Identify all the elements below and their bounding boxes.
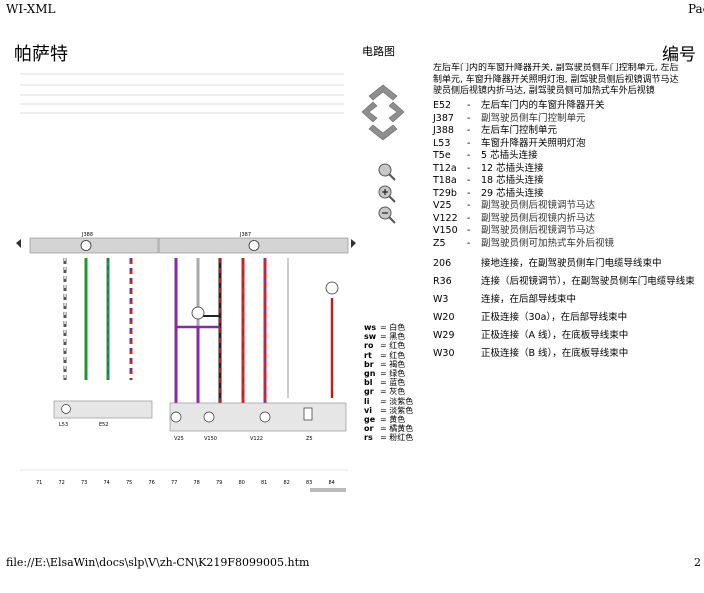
track-number: 77	[171, 480, 177, 486]
legend-code: R36	[433, 276, 452, 287]
component-label: Z5	[306, 436, 313, 442]
zoom-fit-icon[interactable]	[378, 163, 396, 181]
legend-row: R36 连接（后视镜调节），在副驾驶员侧车门电缆导线束	[433, 273, 695, 287]
track-number: 80	[239, 480, 245, 486]
legend-code: W29	[433, 330, 455, 341]
track-number: 72	[59, 480, 65, 486]
unit-label-J388: J388	[81, 232, 93, 238]
track-number: 84	[329, 480, 335, 486]
zoom-out-icon[interactable]	[378, 206, 396, 224]
legend-text: 副驾驶员侧可加热式车外后视镜	[481, 237, 615, 249]
wiring-diagram: J388 J387 L53 E52 V25 V150 V122 Z5 71 72…	[16, 73, 356, 492]
color-code-name: 粉红色	[389, 433, 414, 443]
description: 左后车门内的车窗升降器开关, 副驾驶员侧车门控制单元, 左后 制单元, 车窗升降…	[433, 63, 704, 98]
track-number: 83	[306, 480, 312, 486]
component-label: V122	[250, 436, 263, 442]
nav-down-icon[interactable]	[368, 124, 398, 141]
track-number: 74	[104, 480, 110, 486]
color-code-row: rs = 粉红色	[364, 433, 414, 443]
legend-row: W30 正极连接（B 线），在底板导线束中	[433, 345, 628, 359]
component-label: E52	[99, 422, 109, 428]
legend-row: W3 连接，在后部导线束中	[433, 291, 576, 305]
navigation-panel	[361, 84, 405, 224]
lamp-icon	[61, 404, 71, 414]
motor-icon	[170, 411, 182, 423]
track-numbers: 71 72 73 74 75 76 77 78 79 80 81 82 83 84	[36, 480, 335, 486]
legend-row: 206 接地连接，在副驾驶员侧车门电缆导线束中	[433, 255, 662, 269]
track-number: 82	[284, 480, 290, 486]
legend-text: 接地连接，在副驾驶员侧车门电缆导线束中	[481, 258, 662, 269]
legend-text: 正极连接（30a），在后部导线束中	[481, 312, 628, 323]
track-number: 81	[261, 480, 267, 486]
unit-label-J387: J387	[239, 232, 251, 238]
power-bus-lines	[20, 73, 344, 114]
component-label: V150	[204, 436, 217, 442]
motor-icon	[203, 411, 215, 423]
description-line: 左后车门内的车窗升降器开关, 副驾驶员侧车门控制单元, 左后	[433, 63, 679, 73]
left-arrow-icon	[16, 239, 21, 248]
header-title: WI-XML	[6, 2, 56, 16]
color-code-abbr: rs	[364, 433, 373, 443]
brand-title: 帕萨特	[14, 44, 68, 65]
footer-path: file://E:\ElsaWin\docs\slp\V\zh-CN\K219F…	[6, 556, 310, 569]
legend-text: 连接（后视镜调节），在副驾驶员侧车门电缆导线束	[481, 276, 695, 287]
legend-code: W30	[433, 348, 455, 359]
description-line: 驶员侧后视镜内折马达, 副驾驶员侧可加热式车外后视镜	[433, 86, 655, 96]
right-arrow-icon	[351, 239, 356, 248]
track-number: 75	[126, 480, 132, 486]
motor-icon	[259, 411, 271, 423]
legend-text: 正极连接（A 线），在底板导线束中	[481, 330, 629, 341]
component-box-mirror	[169, 402, 347, 432]
track-number: 79	[216, 480, 222, 486]
legend-row: W20 正极连接（30a），在后部导线束中	[433, 309, 627, 323]
track-number: 76	[149, 480, 155, 486]
wires-left-group	[63, 258, 133, 380]
legend-code: W3	[433, 294, 449, 305]
legend-code: W20	[433, 312, 455, 323]
connection-point-R36	[191, 306, 205, 320]
description-line: 制单元, 车窗升降器开关照明灯泡, 副驾驶员侧后视镜调节马达	[433, 74, 679, 85]
legend-code: 206	[433, 258, 452, 269]
legend-row: W29 正极连接（A 线），在底板导线束中	[433, 327, 628, 341]
track-number: 71	[36, 480, 42, 486]
component-label: L53	[59, 422, 68, 428]
track-number: 78	[194, 480, 200, 486]
legend-text: 正极连接（B 线），在底板导线束中	[481, 348, 629, 359]
nav-right-icon[interactable]	[388, 101, 405, 123]
doc-type: 电路图	[362, 45, 395, 58]
nav-left-icon[interactable]	[361, 101, 378, 123]
component-label: V25	[174, 436, 184, 442]
control-unit-J388	[29, 237, 159, 254]
header-page: Pag	[688, 2, 704, 16]
nav-up-icon[interactable]	[368, 84, 398, 101]
track-number: 73	[81, 480, 87, 486]
heater-icon	[303, 407, 313, 421]
zoom-in-icon[interactable]	[378, 185, 396, 203]
legend-text: 连接，在后部导线束中	[481, 294, 577, 305]
number-label: 编号	[662, 45, 696, 65]
footer-page: 2	[694, 556, 701, 569]
scale-bar	[310, 488, 346, 492]
legend-dash: -	[467, 237, 471, 249]
legend-row: Z5 - 副驾驶员侧可加热式车外后视镜	[433, 235, 614, 249]
connection-point-206	[325, 281, 339, 295]
wires-right-group	[174, 258, 334, 403]
legend-code: Z5	[433, 237, 446, 249]
